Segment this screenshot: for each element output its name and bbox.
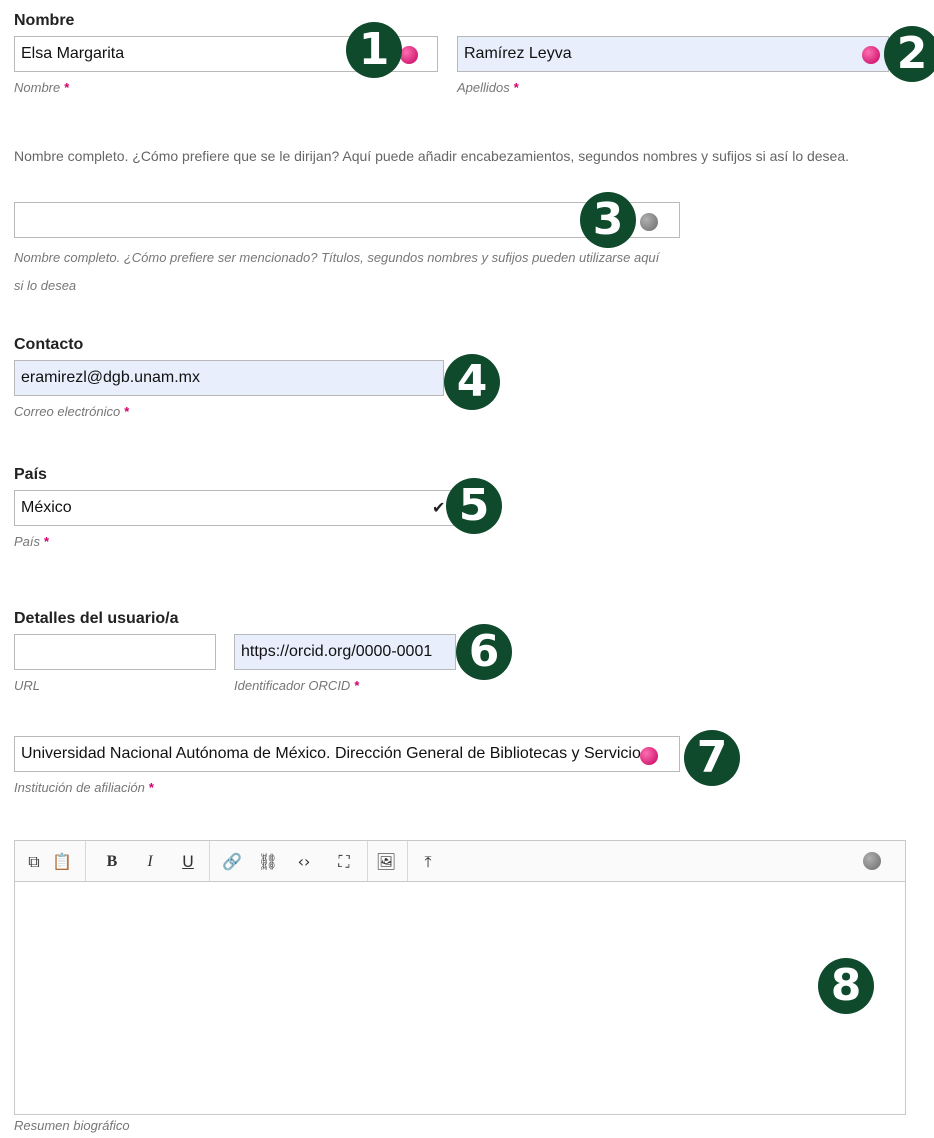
code-icon[interactable]: ‹› (291, 849, 317, 875)
callout-badge-6: 6 (456, 624, 512, 680)
name-section-title: Nombre (14, 12, 75, 29)
url-field[interactable] (14, 634, 216, 670)
bold-icon[interactable]: B (99, 849, 125, 875)
globe-icon[interactable] (640, 213, 658, 231)
preferred-name-label: Nombre completo. ¿Cómo prefiere ser menc… (14, 250, 660, 293)
globe-icon[interactable] (863, 852, 881, 870)
family-name-label: Apellidos * (457, 80, 519, 95)
link-icon[interactable]: 🔗 (219, 849, 245, 875)
country-select[interactable]: México (14, 490, 456, 526)
country-label: País * (14, 534, 50, 549)
user-details-section-title: Detalles del usuario/a (14, 610, 179, 627)
toolbar-divider (209, 841, 210, 881)
orcid-label: Identificador ORCID * (234, 678, 360, 693)
editor-toolbar: ⧉ 📋 B I U 🔗 ⛓ ‹› ⛶ 🖼 ⤒ (14, 840, 906, 882)
family-name-field[interactable]: Ramírez Leyva (457, 36, 889, 72)
unlink-icon[interactable]: ⛓ (255, 849, 281, 875)
given-name-label: Nombre * (14, 80, 70, 95)
email-field[interactable]: eramirezl@dgb.unam.mx (14, 360, 444, 396)
orcid-field[interactable]: https://orcid.org/0000-0001 (234, 634, 456, 670)
underline-icon[interactable]: U (175, 849, 201, 875)
bio-label: Resumen biográfico (14, 1118, 130, 1133)
globe-icon[interactable] (640, 747, 658, 765)
callout-badge-8: 8 (818, 958, 874, 1014)
country-section-title: País (14, 466, 47, 483)
image-icon[interactable]: 🖼 (373, 849, 399, 875)
toolbar-divider (85, 841, 86, 881)
callout-badge-5: 5 (446, 478, 502, 534)
callout-badge-7: 7 (684, 730, 740, 786)
toolbar-divider (367, 841, 368, 881)
affiliation-field[interactable]: Universidad Nacional Autónoma de México.… (14, 736, 680, 772)
callout-badge-4: 4 (444, 354, 500, 410)
toolbar-divider (407, 841, 408, 881)
italic-icon[interactable]: I (137, 849, 163, 875)
globe-icon[interactable] (400, 46, 418, 64)
bio-editor[interactable] (14, 881, 906, 1115)
callout-badge-1: 1 (346, 22, 402, 78)
url-label: URL (14, 678, 41, 693)
affiliation-label: Institución de afiliación * (14, 780, 154, 795)
callout-badge-3: 3 (580, 192, 636, 248)
chevron-down-icon[interactable]: ✔ (432, 498, 445, 517)
email-label: Correo electrónico * (14, 404, 130, 419)
globe-icon[interactable] (862, 46, 880, 64)
paste-icon[interactable]: 📋 (49, 849, 75, 875)
upload-icon[interactable]: ⤒ (415, 849, 441, 875)
preferred-name-help: Nombre completo. ¿Cómo prefiere que se l… (14, 148, 850, 164)
copy-icon[interactable]: ⧉ (21, 849, 47, 875)
fullscreen-icon[interactable]: ⛶ (331, 849, 357, 875)
contact-section-title: Contacto (14, 336, 84, 353)
callout-badge-2: 2 (884, 26, 934, 82)
